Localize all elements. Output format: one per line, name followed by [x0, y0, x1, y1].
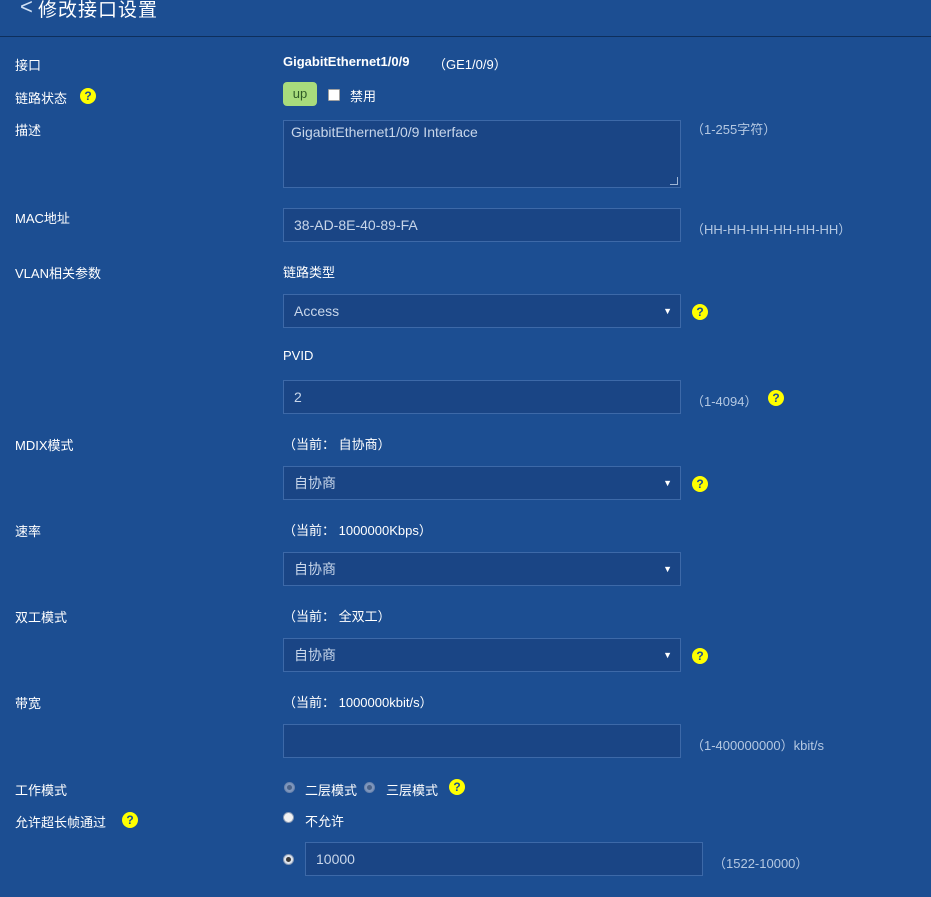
- description-hint: （1-255字符）: [691, 122, 777, 137]
- mdix-help-icon[interactable]: ?: [692, 476, 708, 492]
- mdix-label: MDIX模式: [15, 438, 74, 453]
- link-type-select[interactable]: Access ▼: [283, 294, 681, 328]
- description-label: 描述: [15, 123, 42, 138]
- speed-label: 速率: [15, 524, 42, 539]
- description-textarea[interactable]: GigabitEthernet1/0/9 Interface: [283, 120, 681, 188]
- page-title: 修改接口设置: [38, 0, 159, 21]
- interface-name: GigabitEthernet1/0/9: [283, 54, 410, 69]
- chevron-down-icon: ▼: [663, 306, 672, 316]
- interface-short-name: （GE1/0/9）: [433, 57, 507, 72]
- disable-checkbox[interactable]: [328, 89, 340, 101]
- duplex-value: 自协商: [294, 647, 336, 663]
- jumbo-size-input[interactable]: 10000: [305, 842, 703, 876]
- jumbo-help-icon[interactable]: ?: [122, 812, 138, 828]
- mac-input[interactable]: 38-AD-8E-40-89-FA: [283, 208, 681, 242]
- jumbo-label: 允许超长帧通过: [15, 815, 107, 830]
- work-mode-label: 工作模式: [15, 783, 68, 798]
- title-bar: < 修改接口设置: [0, 0, 931, 37]
- back-chevron-icon[interactable]: <: [20, 0, 33, 20]
- link-state-label: 链路状态: [15, 91, 68, 106]
- duplex-help-icon[interactable]: ?: [692, 648, 708, 664]
- speed-value: 自协商: [294, 561, 336, 577]
- vlan-label: VLAN相关参数: [15, 266, 101, 281]
- interface-label: 接口: [15, 58, 42, 73]
- bandwidth-input[interactable]: [283, 724, 681, 758]
- description-value: GigabitEthernet1/0/9 Interface: [291, 124, 478, 140]
- duplex-select[interactable]: 自协商 ▼: [283, 638, 681, 672]
- jumbo-deny-label: 不允许: [305, 814, 345, 829]
- work-mode-help-icon[interactable]: ?: [449, 779, 465, 795]
- mdix-value: 自协商: [294, 475, 336, 491]
- pvid-help-icon[interactable]: ?: [768, 390, 784, 406]
- bandwidth-hint: （1-400000000）kbit/s: [691, 738, 824, 753]
- jumbo-deny-radio[interactable]: [283, 812, 294, 823]
- chevron-down-icon: ▼: [663, 650, 672, 660]
- bandwidth-label: 带宽: [15, 696, 42, 711]
- jumbo-allow-radio[interactable]: [283, 854, 294, 865]
- jumbo-hint: （1522-10000）: [713, 856, 809, 871]
- l2-mode-label: 二层模式: [305, 783, 358, 798]
- duplex-current: （当前： 全双工）: [283, 609, 391, 624]
- pvid-label: PVID: [283, 348, 314, 363]
- l3-mode-radio[interactable]: [364, 782, 375, 793]
- mac-label: MAC地址: [15, 211, 70, 226]
- resize-grip-icon[interactable]: [670, 177, 678, 185]
- pvid-hint: （1-4094）: [691, 394, 758, 409]
- link-type-value: Access: [294, 303, 340, 319]
- link-type-help-icon[interactable]: ?: [692, 304, 708, 320]
- duplex-label: 双工模式: [15, 610, 68, 625]
- pvid-input[interactable]: 2: [283, 380, 681, 414]
- link-type-label: 链路类型: [283, 265, 336, 280]
- mac-hint: （HH-HH-HH-HH-HH-HH）: [691, 222, 852, 237]
- link-status-badge: up: [283, 82, 317, 106]
- speed-current: （当前： 1000000Kbps）: [283, 523, 432, 538]
- l3-mode-label: 三层模式: [386, 783, 439, 798]
- bandwidth-current: （当前： 1000000kbit/s）: [283, 695, 433, 710]
- mdix-select[interactable]: 自协商 ▼: [283, 466, 681, 500]
- speed-select[interactable]: 自协商 ▼: [283, 552, 681, 586]
- l2-mode-radio[interactable]: [284, 782, 295, 793]
- disable-label: 禁用: [350, 89, 377, 104]
- chevron-down-icon: ▼: [663, 478, 672, 488]
- mdix-current: （当前： 自协商）: [283, 437, 391, 452]
- chevron-down-icon: ▼: [663, 564, 672, 574]
- link-state-help-icon[interactable]: ?: [80, 88, 96, 104]
